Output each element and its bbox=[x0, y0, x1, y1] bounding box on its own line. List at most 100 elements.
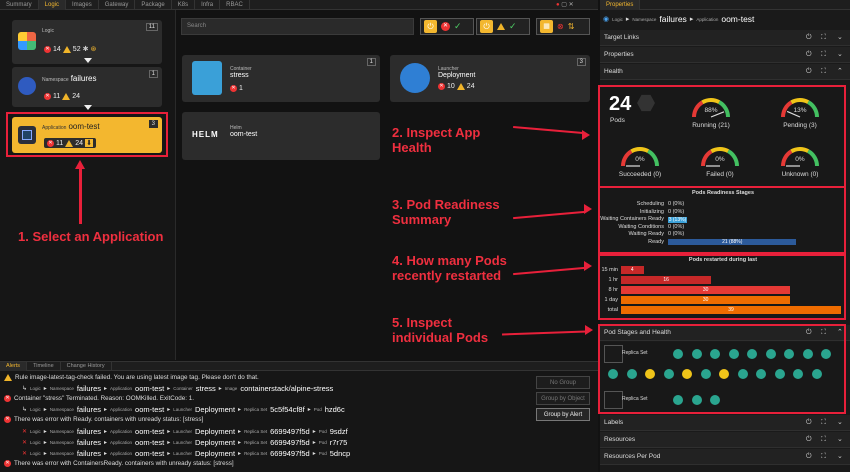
no-group-button[interactable]: No Group bbox=[536, 376, 590, 389]
path-v3: Deployment bbox=[195, 449, 236, 458]
annotation-step-4: 4. How many Pods recently restarted bbox=[392, 253, 507, 283]
namespace-card[interactable]: Namespace failures 1 ✕ 11 24 bbox=[12, 67, 162, 107]
pin-icon[interactable]: ⏻ bbox=[806, 34, 812, 42]
pin-icon[interactable]: ⏻ bbox=[806, 68, 812, 76]
tab-properties[interactable]: Properties bbox=[600, 0, 641, 10]
tab-k8s[interactable]: K8s bbox=[172, 0, 196, 10]
group-by-alert-button[interactable]: Group by Alert bbox=[536, 408, 590, 421]
tab-change-history[interactable]: Change History bbox=[61, 362, 112, 371]
path-k4: Replica Set bbox=[244, 407, 268, 412]
filter-group-1[interactable]: ⏻ ✕ ✓ bbox=[420, 18, 474, 35]
namespace-errors: 11 bbox=[53, 93, 61, 100]
node-stats: ✕ 10 24 bbox=[438, 83, 475, 90]
node-launcher-deployment[interactable]: Launcher Deployment 3 ✕ 10 24 bbox=[390, 55, 590, 102]
sort-icon[interactable]: ⇅ bbox=[568, 22, 575, 31]
expand-icon[interactable]: ⛶ bbox=[821, 436, 826, 444]
annotation-arrow-1-line bbox=[79, 168, 82, 224]
alert-item[interactable]: Rule image-latest-tag-check failed. You … bbox=[4, 374, 259, 381]
error-icon: ✕ bbox=[4, 395, 11, 402]
section-target-links[interactable]: Target Links ⏻ ⛶ ⌄ bbox=[600, 30, 850, 46]
expand-icon[interactable]: ⛶ bbox=[821, 68, 826, 76]
alert-item[interactable]: ✕ There was error with Ready. containers … bbox=[4, 416, 203, 423]
logic-label: Logic bbox=[42, 28, 54, 34]
tab-rbac[interactable]: RBAC bbox=[220, 0, 250, 10]
alerts-panel: Alerts Timeline Change History Rule imag… bbox=[0, 361, 598, 472]
node-container-stress[interactable]: Container stress 1 ✕ 1 bbox=[182, 55, 380, 102]
alert-path[interactable]: ↳ Logic ▸ Namespace failures ▸ Application oom-… bbox=[22, 405, 345, 414]
path-ns: failures bbox=[76, 427, 102, 436]
section-title: Target Links bbox=[604, 34, 640, 41]
chevron-down-icon[interactable]: ⌄ bbox=[837, 419, 843, 427]
section-title: Resources Per Pod bbox=[604, 453, 661, 460]
container-icon bbox=[192, 61, 222, 95]
node-warnings: 24 bbox=[466, 83, 475, 90]
chevron-down-icon[interactable]: ⌄ bbox=[837, 453, 843, 461]
warning-icon bbox=[62, 93, 71, 100]
check-icon[interactable]: ✓ bbox=[509, 21, 517, 32]
alert-item[interactable]: ✕ There was error with ContainersReady. c… bbox=[4, 460, 234, 467]
section-health[interactable]: Health ⏻ ⛶ ⌃ bbox=[600, 64, 850, 80]
tab-package[interactable]: Package bbox=[135, 0, 172, 10]
annotation-step-3-line2: Summary bbox=[392, 212, 452, 227]
section-properties[interactable]: Properties ⏻ ⛶ ⌄ bbox=[600, 47, 850, 63]
chevron-down-icon[interactable]: ⌄ bbox=[837, 436, 843, 444]
pin-icon[interactable]: ⏻ bbox=[806, 51, 812, 59]
expand-icon[interactable]: ⛶ bbox=[821, 419, 826, 427]
expand-icon[interactable]: ⛶ bbox=[821, 34, 826, 42]
section-resources[interactable]: Resources ⏻ ⛶ ⌄ bbox=[600, 432, 850, 448]
path-logic: Logic bbox=[30, 451, 41, 456]
pin-icon[interactable]: ⏻ bbox=[806, 419, 812, 427]
error-icon: ✕ bbox=[230, 85, 237, 92]
annotation-arrow-1-head bbox=[75, 160, 85, 169]
node-helm-oom-test[interactable]: HELM Helm oom-test bbox=[182, 112, 380, 160]
pin-icon[interactable]: ⏻ bbox=[806, 453, 812, 461]
annotation-step-3: 3. Pod Readiness Summary bbox=[392, 197, 500, 227]
path-k3: Launcher bbox=[173, 451, 193, 456]
crumb-app: oom-test bbox=[721, 14, 755, 24]
layout-icon[interactable]: ▦ bbox=[540, 20, 553, 33]
properties-breadcrumb: ◉ Logic ▸ Namespace failures ▸ Application o… bbox=[603, 14, 755, 24]
path-k3: Launcher bbox=[173, 407, 193, 412]
chevron-up-icon[interactable]: ⌃ bbox=[837, 68, 843, 76]
tab-logic[interactable]: Logic bbox=[38, 0, 67, 10]
alert-list[interactable]: Rule image-latest-tag-check failed. You … bbox=[0, 371, 530, 472]
namespace-name: failures bbox=[70, 74, 97, 83]
pin-icon[interactable]: ⏻ bbox=[806, 436, 812, 444]
chevron-down-icon[interactable]: ⌄ bbox=[837, 34, 843, 42]
section-resources-per-pod[interactable]: Resources Per Pod ⏻ ⛶ ⌄ bbox=[600, 449, 850, 465]
tab-infra[interactable]: Infra bbox=[195, 0, 221, 10]
tab-gateway[interactable]: Gateway bbox=[99, 0, 136, 10]
filter-group-2[interactable]: ⏻ ✓ bbox=[476, 18, 530, 35]
tree-arrow-icon bbox=[84, 58, 92, 63]
alert-path[interactable]: ↳ Logic ▸ Namespace failures ▸ Application oom-… bbox=[22, 384, 333, 393]
view-controls[interactable]: ▦ ⊗ ⇅ bbox=[536, 18, 590, 35]
path-k5: Pod bbox=[318, 429, 327, 434]
annotation-arrow-3-head bbox=[584, 204, 592, 214]
check-icon[interactable]: ✓ bbox=[454, 21, 462, 32]
tab-images[interactable]: Images bbox=[66, 0, 99, 10]
annotation-step-4-line2: recently restarted bbox=[392, 268, 502, 283]
alert-path[interactable]: ✕ Logic ▸ Namespace failures ▸ Application oom-… bbox=[22, 427, 348, 436]
error-filter-icon[interactable]: ✕ bbox=[441, 22, 450, 31]
path-v5: r7r75 bbox=[329, 438, 348, 447]
annotation-arrow-3 bbox=[513, 210, 585, 220]
alert-item[interactable]: ✕ Container "stress" Terminated. Reason: … bbox=[4, 395, 194, 402]
path-k5: Pod bbox=[313, 407, 322, 412]
tab-timeline[interactable]: Timeline bbox=[27, 362, 61, 371]
path-v4: 6699497f5d bbox=[270, 438, 310, 447]
search-input[interactable]: Search bbox=[181, 18, 414, 35]
warning-filter-icon[interactable] bbox=[497, 23, 505, 30]
group-by-object-button[interactable]: Group by Object bbox=[536, 392, 590, 405]
target-icon[interactable]: ⊗ bbox=[557, 22, 564, 31]
expand-icon[interactable]: ⛶ bbox=[821, 51, 826, 59]
section-labels[interactable]: Labels ⏻ ⛶ ⌄ bbox=[600, 415, 850, 431]
alert-path[interactable]: ✕ Logic ▸ Namespace failures ▸ Application oom-… bbox=[22, 438, 347, 447]
chevron-down-icon[interactable]: ⌄ bbox=[837, 51, 843, 59]
alert-message: Container "stress" Terminated. Reason: O… bbox=[14, 395, 195, 402]
expand-icon[interactable]: ⛶ bbox=[821, 453, 826, 461]
alert-path[interactable]: ✕ Logic ▸ Namespace failures ▸ Application oom-… bbox=[22, 449, 350, 458]
path-v3: Deployment bbox=[195, 427, 236, 436]
tab-summary[interactable]: Summary bbox=[0, 0, 39, 10]
power-icon: ⏻ bbox=[480, 20, 493, 33]
tab-alerts[interactable]: Alerts bbox=[0, 362, 28, 371]
